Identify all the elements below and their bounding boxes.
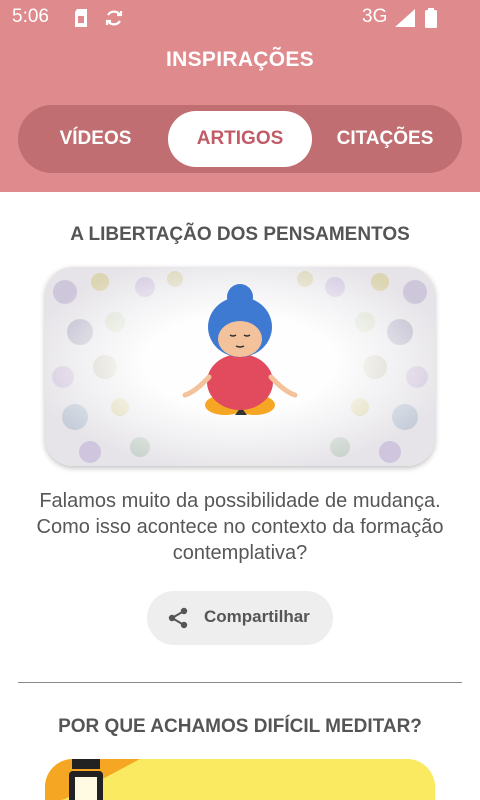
- tab-videos[interactable]: VÍDEOS: [28, 111, 163, 167]
- network-type: 3G: [362, 6, 388, 27]
- app-header: 5:06 3G INSPIRAÇÕES VÍDEOS ARTIGOS CITAÇ…: [0, 0, 480, 192]
- share-icon: [167, 607, 189, 633]
- meditating-woman-illustration: [45, 267, 435, 466]
- tab-citacoes[interactable]: CITAÇÕES: [318, 111, 452, 167]
- article-summary: Falamos muito da possibilidade de mudanç…: [36, 490, 444, 564]
- page-title: INSPIRAÇÕES: [166, 48, 314, 71]
- share-label: Compartilhar: [204, 607, 310, 626]
- tab-bar: VÍDEOS ARTIGOS CITAÇÕES: [18, 105, 462, 173]
- tab-artigos[interactable]: ARTIGOS: [168, 111, 312, 167]
- sync-icon: [104, 8, 124, 32]
- article-image[interactable]: [45, 267, 435, 466]
- article-title: POR QUE ACHAMOS DIFÍCIL MEDITAR?: [58, 716, 422, 737]
- article-title: A LIBERTAÇÃO DOS PENSAMENTOS: [70, 224, 410, 245]
- sim-card-icon: [73, 8, 89, 32]
- battery-icon: [424, 8, 438, 32]
- divider: [18, 682, 462, 683]
- signal-icon: [394, 8, 416, 32]
- article-image[interactable]: [45, 759, 435, 800]
- share-button[interactable]: Compartilhar: [147, 591, 333, 645]
- status-time: 5:06: [12, 6, 49, 27]
- lantern-illustration: [45, 759, 435, 800]
- status-bar: 5:06 3G: [0, 0, 480, 36]
